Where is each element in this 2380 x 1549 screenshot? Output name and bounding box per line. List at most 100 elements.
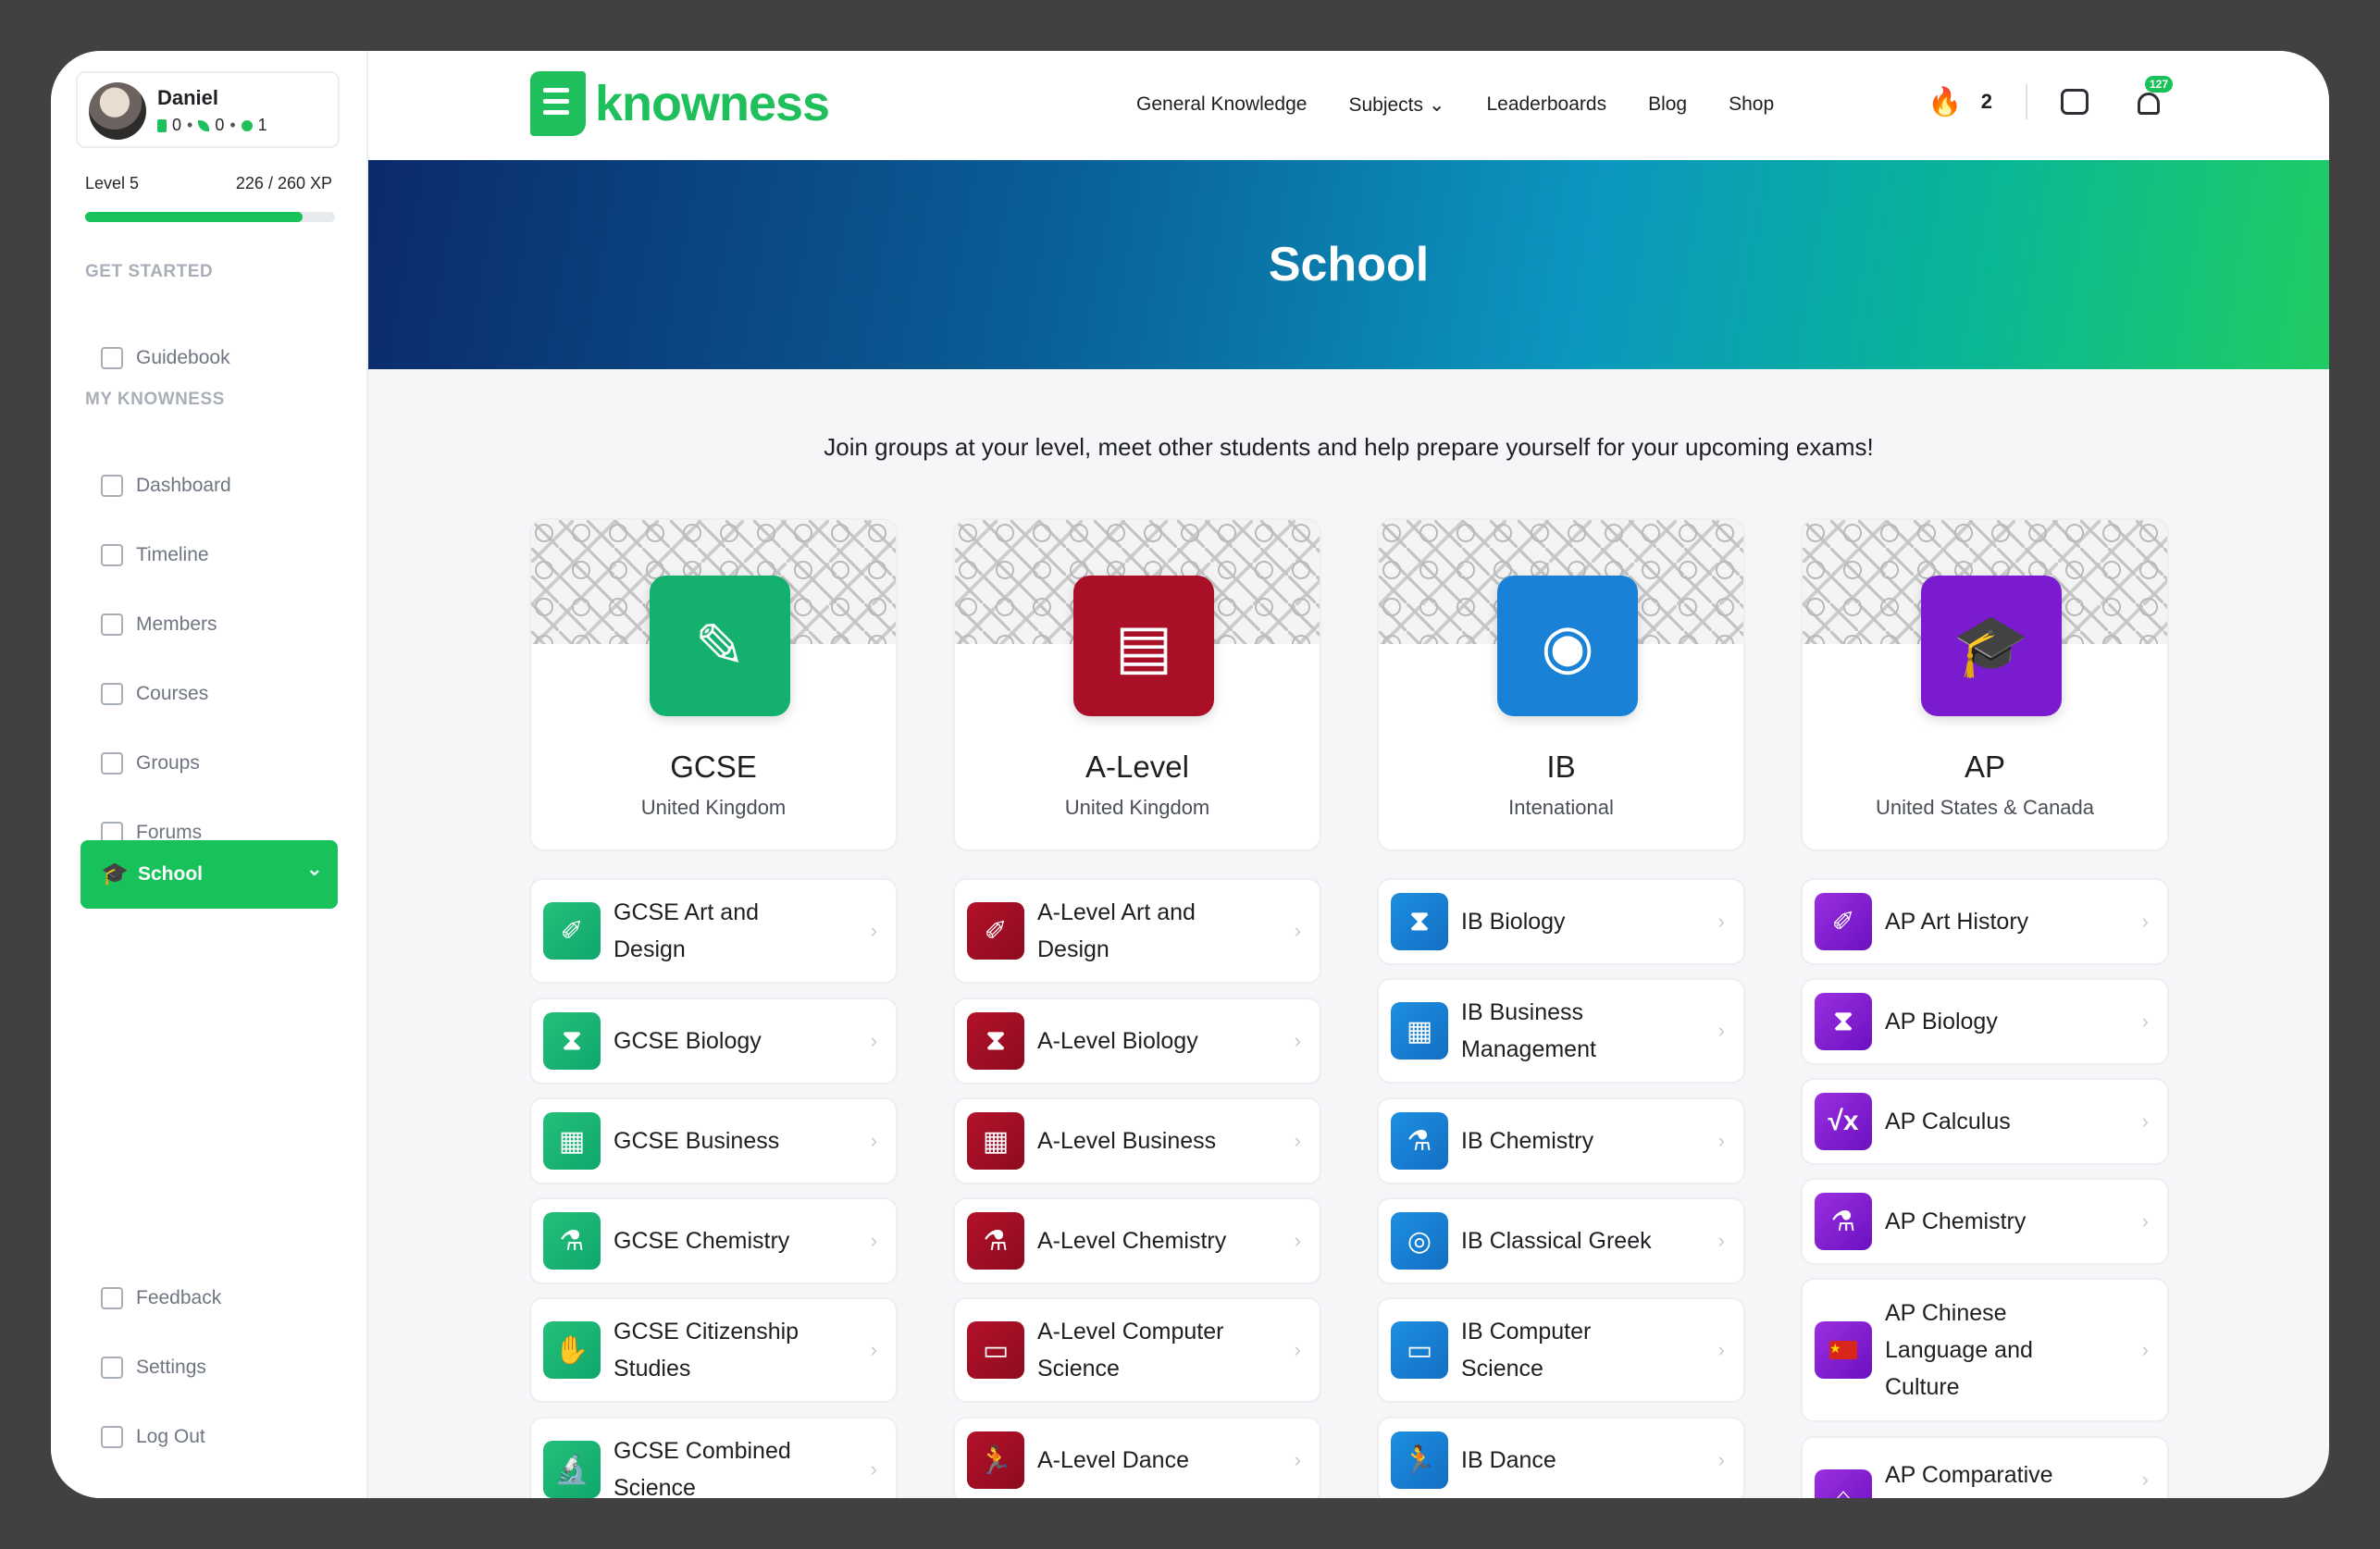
subject-name: GCSE Biology bbox=[614, 1028, 762, 1054]
subject-ap-comparative[interactable]: ⌂ AP Comparative › bbox=[1801, 1436, 2169, 1498]
sidebar-item-dashboard[interactable]: Dashboard bbox=[81, 456, 338, 515]
square-root-icon: √x bbox=[1815, 1093, 1872, 1150]
menu-shop[interactable]: Shop bbox=[1729, 93, 1774, 117]
subject-name: AP Biology bbox=[1885, 1009, 1998, 1035]
menu-subjects[interactable]: Subjects ⌄ bbox=[1348, 93, 1444, 117]
menu-blog[interactable]: Blog bbox=[1648, 93, 1687, 117]
subject-ap-biology[interactable]: ⧗ AP Biology › bbox=[1801, 978, 2169, 1065]
sidebar-item-groups[interactable]: Groups bbox=[81, 734, 338, 793]
sidebar-item-guidebook[interactable]: Guidebook bbox=[81, 328, 338, 388]
subject-ib-chemistry[interactable]: ⚗ IB Chemistry › bbox=[1377, 1097, 1745, 1184]
flask-icon: ⚗ bbox=[543, 1212, 601, 1270]
subject-gcse-biology[interactable]: ⧗ GCSE Biology › bbox=[529, 998, 898, 1084]
logo[interactable]: knowness bbox=[530, 71, 830, 136]
pencil-icon: ✎ bbox=[650, 576, 790, 716]
sidebar-item-label: School bbox=[138, 863, 204, 885]
subject-gcse-art-and-design[interactable]: ✐ GCSE Art and Design › bbox=[529, 878, 898, 984]
microscope-icon: 🔬 bbox=[543, 1441, 601, 1498]
level-label: Level 5 bbox=[85, 174, 140, 192]
subject-a-level-computer-science[interactable]: ▭ A-Level Computer Science › bbox=[953, 1297, 1321, 1403]
subject-ap-art-history[interactable]: ✐ AP Art History › bbox=[1801, 878, 2169, 965]
chevron-right-icon: › bbox=[1294, 1129, 1301, 1152]
subject-ib-computer-science[interactable]: ▭ IB Computer Science › bbox=[1377, 1297, 1745, 1403]
menu-general-knowledge[interactable]: General Knowledge bbox=[1136, 93, 1307, 117]
category-name: A-Level bbox=[1085, 750, 1189, 784]
category-name: GCSE bbox=[670, 750, 757, 784]
fire-icon[interactable]: 🔥 bbox=[1928, 86, 1962, 118]
book-icon: ▤ bbox=[1073, 576, 1214, 716]
subject-ap-calculus[interactable]: √x AP Calculus › bbox=[1801, 1078, 2169, 1165]
avatar[interactable] bbox=[89, 82, 146, 140]
chevron-right-icon: › bbox=[2141, 1338, 2149, 1361]
guidebook-icon bbox=[101, 347, 123, 369]
leaf-icon bbox=[198, 119, 210, 131]
globe-icon: ◉ bbox=[1497, 576, 1638, 716]
category-card-ib[interactable]: ◉ IB Intenational bbox=[1377, 518, 1745, 851]
category-card-ap[interactable]: 🎓 AP United States & Canada bbox=[1801, 518, 2169, 851]
xp-progress-bar bbox=[85, 212, 335, 222]
chevron-right-icon: › bbox=[1294, 919, 1301, 942]
sidebar-item-members[interactable]: Members bbox=[81, 595, 338, 654]
chevron-right-icon: › bbox=[870, 1129, 877, 1152]
dance-icon: 🏃 bbox=[1391, 1431, 1448, 1489]
menu-leaderboards[interactable]: Leaderboards bbox=[1486, 93, 1606, 117]
subject-ap-chemistry[interactable]: ⚗ AP Chemistry › bbox=[1801, 1178, 2169, 1265]
subject-gcse-citizenship-studies[interactable]: ✋ GCSE Citizenship Studies › bbox=[529, 1297, 898, 1403]
subject-ap-chinese-language-and-culture[interactable]: ★ AP Chinese Language and Culture › bbox=[1801, 1278, 2169, 1422]
subject-ib-business-management[interactable]: ▦ IB Business Management › bbox=[1377, 978, 1745, 1084]
sidebar-item-courses[interactable]: Courses bbox=[81, 664, 338, 724]
subject-name: IB Computer Science bbox=[1461, 1319, 1592, 1382]
graduation-cap-icon: 🎓 bbox=[101, 861, 129, 886]
chevron-right-icon: › bbox=[2141, 1468, 2149, 1491]
subject-name: A-Level Computer Science bbox=[1037, 1319, 1224, 1382]
chevron-down-icon[interactable]: ⌄ bbox=[306, 857, 323, 881]
subject-a-level-art-and-design[interactable]: ✐ A-Level Art and Design › bbox=[953, 878, 1321, 984]
sidebar-item-feedback[interactable]: Feedback bbox=[81, 1269, 338, 1328]
graduation-cap-icon: 🎓 bbox=[1921, 576, 2062, 716]
subject-gcse-chemistry[interactable]: ⚗ GCSE Chemistry › bbox=[529, 1197, 898, 1284]
profile-card[interactable]: Daniel 0 • 0 • 1 bbox=[76, 71, 340, 148]
sidebar-item-label: Feedback bbox=[136, 1287, 222, 1308]
sidebar-item-label: Members bbox=[136, 613, 217, 635]
sidebar-item-logout[interactable]: Log Out bbox=[81, 1407, 338, 1467]
subject-a-level-business[interactable]: ▦ A-Level Business › bbox=[953, 1097, 1321, 1184]
subject-name: GCSE Business bbox=[614, 1128, 780, 1154]
subject-name: AP Chinese Language and Culture bbox=[1885, 1300, 2033, 1400]
subject-a-level-dance[interactable]: 🏃 A-Level Dance › bbox=[953, 1417, 1321, 1498]
inbox-icon[interactable] bbox=[2061, 89, 2089, 115]
subject-name: A-Level Dance bbox=[1037, 1447, 1189, 1473]
category-card-a-level[interactable]: ▤ A-Level United Kingdom bbox=[953, 518, 1321, 851]
subject-name: IB Classical Greek bbox=[1461, 1228, 1652, 1254]
sidebar-item-label: Log Out bbox=[136, 1426, 205, 1447]
subject-ib-dance[interactable]: 🏃 IB Dance › bbox=[1377, 1417, 1745, 1498]
subject-name: AP Comparative bbox=[1885, 1462, 2053, 1488]
chevron-right-icon: › bbox=[1717, 910, 1725, 933]
notification-badge: 127 bbox=[2145, 76, 2174, 93]
sidebar-item-label: Groups bbox=[136, 752, 200, 774]
sidebar-item-settings[interactable]: Settings bbox=[81, 1338, 338, 1397]
subject-gcse-business[interactable]: ▦ GCSE Business › bbox=[529, 1097, 898, 1184]
chevron-right-icon: › bbox=[1294, 1229, 1301, 1252]
screen: Daniel 0 • 0 • 1 Level 5 226 / 260 XP GE… bbox=[51, 51, 2329, 1498]
building-icon: ▦ bbox=[1391, 1002, 1448, 1060]
notifications-button[interactable]: 127 bbox=[2135, 76, 2174, 117]
bell-icon bbox=[2138, 93, 2160, 115]
subject-name: IB Biology bbox=[1461, 909, 1566, 935]
subject-a-level-biology[interactable]: ⧗ A-Level Biology › bbox=[953, 998, 1321, 1084]
subject-ib-biology[interactable]: ⧗ IB Biology › bbox=[1377, 878, 1745, 965]
logout-icon bbox=[101, 1426, 123, 1448]
category-card-gcse[interactable]: ✎ GCSE United Kingdom bbox=[529, 518, 898, 851]
profile-name: Daniel bbox=[157, 86, 219, 109]
subject-ib-classical-greek[interactable]: ◎ IB Classical Greek › bbox=[1377, 1197, 1745, 1284]
stat-scrolls: 0 bbox=[172, 116, 182, 134]
members-icon bbox=[101, 613, 123, 636]
chevron-right-icon: › bbox=[870, 1229, 877, 1252]
subject-gcse-combined-science[interactable]: 🔬 GCSE Combined Science › bbox=[529, 1417, 898, 1498]
subject-a-level-chemistry[interactable]: ⚗ A-Level Chemistry › bbox=[953, 1197, 1321, 1284]
chevron-right-icon: › bbox=[1294, 1029, 1301, 1052]
header-actions: 🔥 2 127 bbox=[1928, 76, 2174, 119]
building-icon: ▦ bbox=[543, 1112, 601, 1170]
sidebar-item-timeline[interactable]: Timeline bbox=[81, 526, 338, 585]
intro-text: Join groups at your level, meet other st… bbox=[824, 433, 1874, 461]
sidebar-item-school[interactable]: 🎓 School ⌄ bbox=[81, 840, 338, 909]
